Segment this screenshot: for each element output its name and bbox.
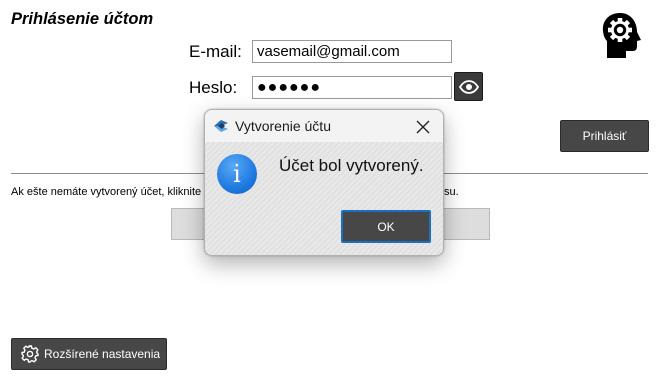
- advanced-settings-label: Rozšírené nastavenia: [44, 347, 161, 361]
- dialog-body: i Účet bol vytvorený. OK: [205, 142, 443, 255]
- app-icon: [213, 119, 229, 133]
- password-field[interactable]: ●●●●●●: [252, 76, 452, 99]
- show-password-button[interactable]: [454, 72, 483, 101]
- head-gear-icon: [600, 11, 646, 61]
- ok-button[interactable]: OK: [341, 210, 431, 243]
- dialog-title: Vytvorenie účtu: [235, 118, 331, 134]
- advanced-settings-button[interactable]: Rozšírené nastavenia: [11, 338, 167, 370]
- info-icon-glyph: i: [233, 160, 241, 188]
- dialog-message: Účet bol vytvorený.: [279, 156, 424, 175]
- email-field[interactable]: vasemail@gmail.com: [252, 40, 452, 63]
- gear-icon: [21, 345, 39, 363]
- register-info-text: Ak ešte nemáte vytvorený účet, kliknite: [11, 186, 202, 198]
- password-label: Heslo:: [189, 78, 238, 97]
- dialog-titlebar[interactable]: Vytvorenie účtu: [205, 110, 443, 142]
- info-icon: i: [217, 154, 257, 194]
- register-info-text-end: su.: [444, 186, 459, 198]
- page-title: Prihlásenie účtom: [11, 10, 154, 28]
- eye-icon: [458, 79, 479, 94]
- account-created-dialog: Vytvorenie účtu i Účet bol vytvorený. OK: [204, 109, 444, 256]
- email-label: E-mail:: [189, 42, 242, 61]
- login-button[interactable]: Prihlásiť: [560, 120, 649, 152]
- close-icon[interactable]: [413, 118, 433, 136]
